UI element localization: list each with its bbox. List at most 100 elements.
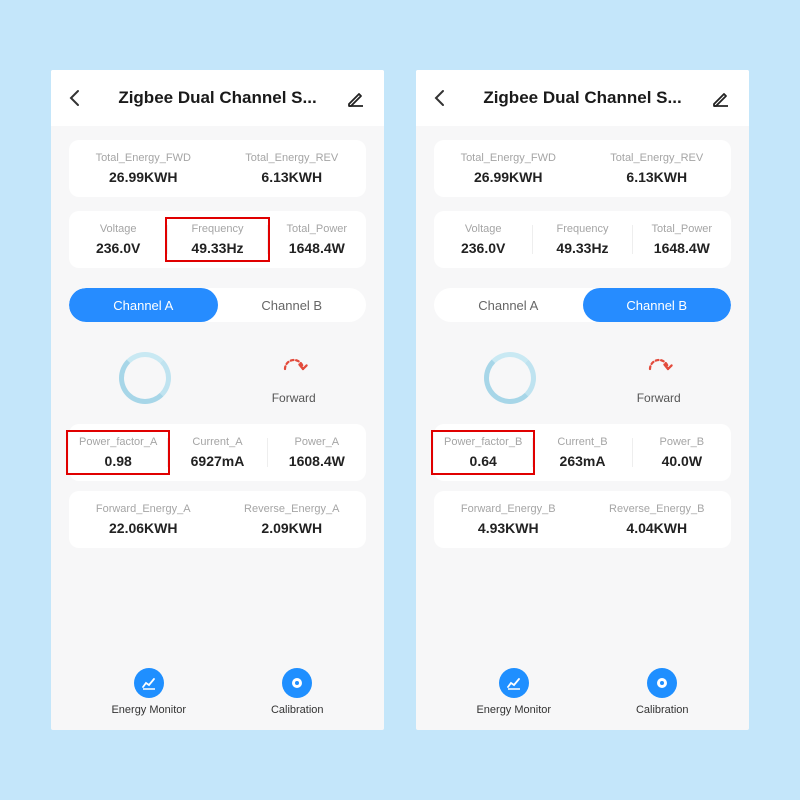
power-label: Power_B	[633, 436, 731, 448]
total-power-value: 1648.4W	[633, 240, 731, 256]
voltage-cell: Voltage 236.0V	[69, 223, 167, 256]
frequency-label: Frequency	[533, 223, 631, 235]
header: Zigbee Dual Channel S...	[416, 70, 749, 126]
reverse-energy-label: Reverse_Energy_A	[218, 503, 367, 515]
channel-tabs: Channel A Channel B	[69, 288, 366, 322]
reverse-energy-cell: Reverse_Energy_B 4.04KWH	[583, 503, 732, 536]
header: Zigbee Dual Channel S...	[51, 70, 384, 126]
chart-icon	[499, 668, 529, 698]
voltage-label: Voltage	[434, 223, 532, 235]
tab-channel-a[interactable]: Channel A	[69, 288, 218, 322]
total-power-label: Total_Power	[268, 223, 366, 235]
total-fwd-cell: Total_Energy_FWD 26.99KWH	[434, 152, 583, 185]
frequency-cell: Frequency 49.33Hz	[533, 223, 631, 256]
frequency-value: 49.33Hz	[168, 240, 266, 256]
power-label: Power_A	[268, 436, 366, 448]
total-fwd-label: Total_Energy_FWD	[69, 152, 218, 164]
total-energy-card: Total_Energy_FWD 26.99KWH Total_Energy_R…	[434, 140, 731, 197]
total-rev-value: 6.13KWH	[583, 169, 732, 185]
body: Total_Energy_FWD 26.99KWH Total_Energy_R…	[51, 126, 384, 730]
frequency-value: 49.33Hz	[533, 240, 631, 256]
edit-button[interactable]	[711, 88, 735, 108]
forward-icon	[276, 351, 312, 387]
current-cell: Current_B 263mA	[533, 436, 631, 469]
total-power-label: Total_Power	[633, 223, 731, 235]
forward-energy-value: 22.06KWH	[69, 520, 218, 536]
power-cell: Power_A 1608.4W	[268, 436, 366, 469]
total-rev-label: Total_Energy_REV	[218, 152, 367, 164]
voltage-value: 236.0V	[434, 240, 532, 256]
forward-energy-value: 4.93KWH	[434, 520, 583, 536]
energy-monitor-button[interactable]: Energy Monitor	[476, 668, 551, 716]
reverse-energy-cell: Reverse_Energy_A 2.09KWH	[218, 503, 367, 536]
direction-label: Forward	[637, 391, 681, 405]
chevron-left-icon	[65, 88, 85, 108]
page-title: Zigbee Dual Channel S...	[454, 88, 711, 108]
chevron-left-icon	[430, 88, 450, 108]
channel-tabs: Channel A Channel B	[434, 288, 731, 322]
frequency-cell: Frequency 49.33Hz	[168, 223, 266, 256]
channel-energy-card: Forward_Energy_A 22.06KWH Reverse_Energy…	[69, 491, 366, 548]
forward-energy-label: Forward_Energy_B	[434, 503, 583, 515]
voltage-label: Voltage	[69, 223, 167, 235]
chart-icon	[134, 668, 164, 698]
total-fwd-value: 26.99KWH	[434, 169, 583, 185]
power-factor-value: 0.64	[434, 453, 532, 469]
pencil-icon	[346, 88, 366, 108]
body: Total_Energy_FWD 26.99KWH Total_Energy_R…	[416, 126, 749, 730]
tab-channel-b[interactable]: Channel B	[218, 288, 367, 322]
current-cell: Current_A 6927mA	[168, 436, 266, 469]
tab-channel-b[interactable]: Channel B	[583, 288, 732, 322]
current-label: Current_A	[168, 436, 266, 448]
total-rev-cell: Total_Energy_REV 6.13KWH	[218, 152, 367, 185]
total-power-cell: Total_Power 1648.4W	[633, 223, 731, 256]
spinner-icon	[484, 352, 536, 404]
forward-energy-label: Forward_Energy_A	[69, 503, 218, 515]
channel-metrics-card: Power_factor_B 0.64 Current_B 263mA Powe…	[434, 424, 731, 481]
forward-energy-cell: Forward_Energy_A 22.06KWH	[69, 503, 218, 536]
calibration-label: Calibration	[636, 704, 689, 716]
gear-icon	[647, 668, 677, 698]
power-value: 40.0W	[633, 453, 731, 469]
phone-right: Zigbee Dual Channel S... Total_Energy_FW…	[416, 70, 749, 730]
power-cell: Power_B 40.0W	[633, 436, 731, 469]
channel-visual: Forward	[69, 332, 366, 424]
total-fwd-label: Total_Energy_FWD	[434, 152, 583, 164]
calibration-button[interactable]: Calibration	[271, 668, 324, 716]
tab-channel-a[interactable]: Channel A	[434, 288, 583, 322]
direction-label: Forward	[272, 391, 316, 405]
direction-indicator: Forward	[272, 351, 316, 405]
calibration-button[interactable]: Calibration	[636, 668, 689, 716]
total-rev-cell: Total_Energy_REV 6.13KWH	[583, 152, 732, 185]
channel-metrics-card: Power_factor_A 0.98 Current_A 6927mA Pow…	[69, 424, 366, 481]
energy-monitor-label: Energy Monitor	[476, 704, 551, 716]
total-rev-label: Total_Energy_REV	[583, 152, 732, 164]
bottom-tools: Energy Monitor Calibration	[434, 658, 731, 730]
direction-indicator: Forward	[637, 351, 681, 405]
energy-monitor-button[interactable]: Energy Monitor	[111, 668, 186, 716]
back-button[interactable]	[65, 88, 89, 108]
calibration-label: Calibration	[271, 704, 324, 716]
gear-icon	[282, 668, 312, 698]
current-label: Current_B	[533, 436, 631, 448]
edit-button[interactable]	[346, 88, 370, 108]
voltage-cell: Voltage 236.0V	[434, 223, 532, 256]
current-value: 263mA	[533, 453, 631, 469]
reverse-energy-label: Reverse_Energy_B	[583, 503, 732, 515]
voltage-value: 236.0V	[69, 240, 167, 256]
page-title: Zigbee Dual Channel S...	[89, 88, 346, 108]
total-power-cell: Total_Power 1648.4W	[268, 223, 366, 256]
frequency-label: Frequency	[168, 223, 266, 235]
reverse-energy-value: 2.09KWH	[218, 520, 367, 536]
phone-left: Zigbee Dual Channel S... Total_Energy_FW…	[51, 70, 384, 730]
power-factor-label: Power_factor_A	[69, 436, 167, 448]
channel-visual: Forward	[434, 332, 731, 424]
power-factor-cell: Power_factor_B 0.64	[434, 436, 532, 469]
total-energy-card: Total_Energy_FWD 26.99KWH Total_Energy_R…	[69, 140, 366, 197]
forward-energy-cell: Forward_Energy_B 4.93KWH	[434, 503, 583, 536]
power-factor-label: Power_factor_B	[434, 436, 532, 448]
power-factor-cell: Power_factor_A 0.98	[69, 436, 167, 469]
channel-energy-card: Forward_Energy_B 4.93KWH Reverse_Energy_…	[434, 491, 731, 548]
back-button[interactable]	[430, 88, 454, 108]
reverse-energy-value: 4.04KWH	[583, 520, 732, 536]
